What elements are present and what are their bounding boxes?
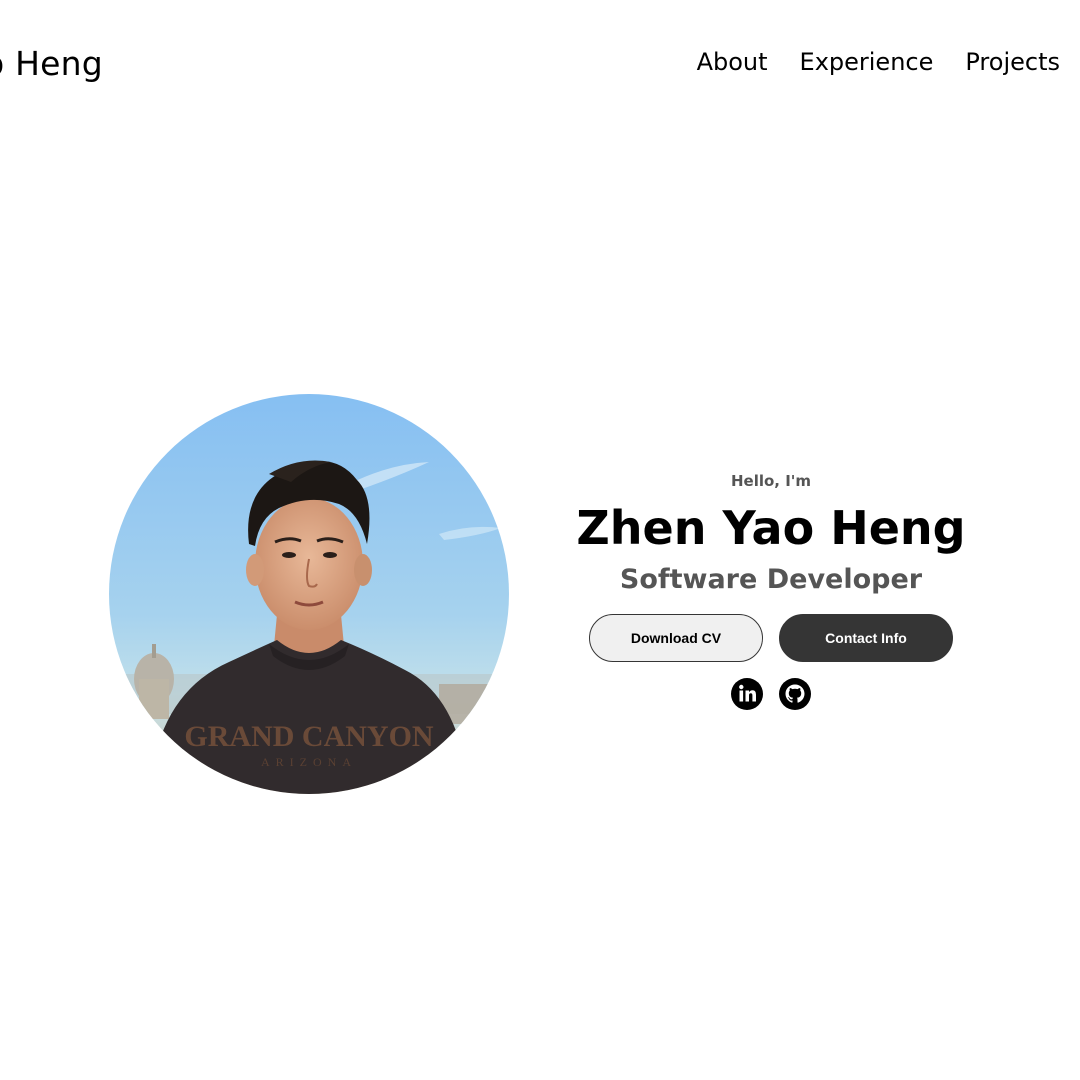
profile-photo-illustration: GRAND CANYON ARIZONA: [109, 394, 509, 794]
svg-text:ARIZONA: ARIZONA: [261, 755, 357, 769]
nav-link-experience[interactable]: Experience: [800, 48, 934, 76]
nav-item-experience: Experience: [800, 48, 934, 76]
intro-section: Hello, I'm Zhen Yao Heng Software Develo…: [570, 470, 972, 710]
github-icon[interactable]: [779, 678, 811, 710]
contact-info-button[interactable]: Contact Info: [779, 614, 953, 662]
site-logo[interactable]: o Heng: [0, 44, 103, 83]
cta-buttons: Download CV Contact Info: [570, 614, 972, 662]
profile-name: Zhen Yao Heng: [576, 501, 966, 555]
greeting-text: Hello, I'm: [730, 472, 812, 490]
top-nav: About Experience Projects: [697, 48, 1060, 76]
nav-link-projects[interactable]: Projects: [965, 48, 1060, 76]
nav-item-about: About: [697, 48, 768, 76]
svg-text:GRAND CANYON: GRAND CANYON: [184, 720, 433, 753]
nav-link-about[interactable]: About: [697, 48, 768, 76]
page: o Heng About Experience Projects: [0, 0, 1080, 1080]
profile-photo: GRAND CANYON ARIZONA: [109, 394, 509, 794]
profile-role: Software Developer: [619, 564, 923, 595]
linkedin-icon[interactable]: [731, 678, 763, 710]
nav-item-projects: Projects: [965, 48, 1060, 76]
social-links: [570, 678, 972, 710]
download-cv-button[interactable]: Download CV: [589, 614, 763, 662]
